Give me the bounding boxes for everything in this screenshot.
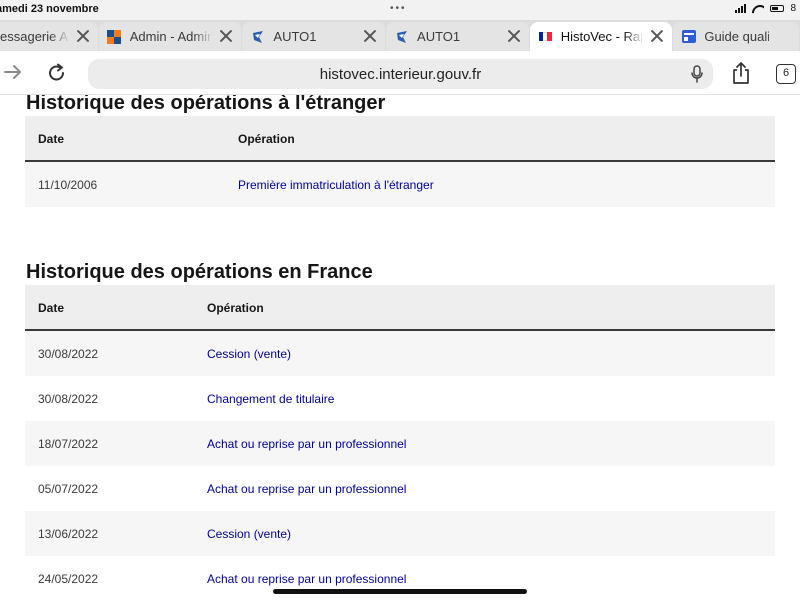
row-operation[interactable]: Cession (vente)	[207, 347, 291, 361]
row-operation[interactable]: Achat ou reprise par un professionnel	[207, 482, 406, 496]
close-icon[interactable]	[506, 28, 522, 44]
tab-admin[interactable]: Admin - Admin C	[98, 22, 242, 51]
table-row: 30/08/2022 Changement de titulaire	[25, 376, 775, 421]
tab-count-button[interactable]: 6	[776, 64, 796, 84]
browser-toolbar: histovec.interieur.gouv.fr 6	[0, 51, 800, 95]
table-abroad: Date Opération 11/10/2006 Première immat…	[25, 116, 775, 207]
row-operation[interactable]: Cession (vente)	[207, 527, 291, 541]
tab-bar: essagerie AUT Admin - Admin C AUTO1 AUTO…	[0, 20, 800, 51]
battery-icon	[770, 5, 785, 12]
tab-auto1-a[interactable]: AUTO1	[242, 22, 386, 51]
auto1-favicon-icon	[394, 29, 409, 44]
tab-title: Guide qualité - C	[704, 29, 770, 44]
status-date: amedi 23 novembre	[0, 3, 99, 15]
close-icon[interactable]	[649, 28, 665, 44]
column-header-date: Date	[38, 132, 65, 146]
address-bar[interactable]: histovec.interieur.gouv.fr	[88, 59, 713, 89]
table-row: 30/08/2022 Cession (vente)	[25, 331, 775, 376]
row-operation[interactable]: Achat ou reprise par un professionnel	[207, 572, 406, 586]
table-row: 05/07/2022 Achat ou reprise par un profe…	[25, 466, 775, 511]
wifi-icon	[752, 4, 764, 14]
section-title-france: Historique des opérations en France	[26, 261, 373, 283]
close-icon[interactable]	[75, 28, 91, 44]
tab-auto1-b[interactable]: AUTO1	[386, 22, 529, 51]
tab-title: AUTO1	[417, 29, 461, 44]
status-indicators: 8	[735, 3, 796, 14]
share-icon[interactable]	[731, 61, 751, 85]
table-france: Date Opération 30/08/2022 Cession (vente…	[25, 285, 775, 600]
close-icon[interactable]	[218, 28, 234, 44]
table-header: Date Opération	[25, 285, 775, 331]
reload-icon[interactable]	[47, 63, 67, 83]
column-header-operation: Opération	[207, 301, 264, 315]
row-date: 13/06/2022	[38, 527, 99, 541]
column-header-operation: Opération	[238, 132, 295, 146]
row-operation[interactable]: Achat ou reprise par un professionnel	[207, 437, 406, 451]
row-date: 30/08/2022	[38, 392, 99, 406]
url-text: histovec.interieur.gouv.fr	[319, 66, 482, 83]
column-header-date: Date	[38, 301, 65, 315]
guide-favicon-icon	[681, 29, 696, 44]
row-date: 24/05/2022	[38, 572, 99, 586]
french-flag-favicon-icon	[538, 29, 553, 44]
section-title-abroad: Historique des opérations à l'étranger	[26, 95, 386, 114]
auto1-favicon-icon	[250, 29, 265, 44]
home-indicator[interactable]	[273, 589, 527, 594]
close-icon[interactable]	[362, 28, 378, 44]
tab-guide-qualite[interactable]: Guide qualité - C	[673, 22, 800, 51]
table-row: 13/06/2022 Cession (vente)	[25, 511, 775, 556]
page-content: Historique des opérations à l'étranger D…	[0, 95, 800, 600]
admin-favicon-icon	[107, 29, 122, 44]
row-date: 30/08/2022	[38, 347, 99, 361]
row-date: 05/07/2022	[38, 482, 99, 496]
multitask-dots[interactable]: •••	[390, 3, 407, 14]
row-operation[interactable]: Changement de titulaire	[207, 392, 334, 406]
tab-title: AUTO1	[273, 29, 317, 44]
table-row: 11/10/2006 Première immatriculation à l'…	[25, 162, 775, 207]
row-date: 11/10/2006	[38, 178, 98, 192]
forward-arrow-icon[interactable]	[4, 62, 22, 82]
signal-icon	[735, 4, 747, 13]
row-operation[interactable]: Première immatriculation à l'étranger	[238, 178, 434, 192]
tab-histovec[interactable]: HistoVec - Rappo	[529, 22, 673, 51]
battery-level: 8	[790, 3, 796, 14]
status-bar: amedi 23 novembre ••• 8	[0, 0, 800, 20]
table-row: 18/07/2022 Achat ou reprise par un profe…	[25, 421, 775, 466]
row-date: 18/07/2022	[38, 437, 99, 451]
tab-messagerie[interactable]: essagerie AUT	[0, 22, 98, 51]
table-header: Date Opération	[25, 116, 775, 162]
microphone-icon[interactable]	[690, 65, 704, 83]
